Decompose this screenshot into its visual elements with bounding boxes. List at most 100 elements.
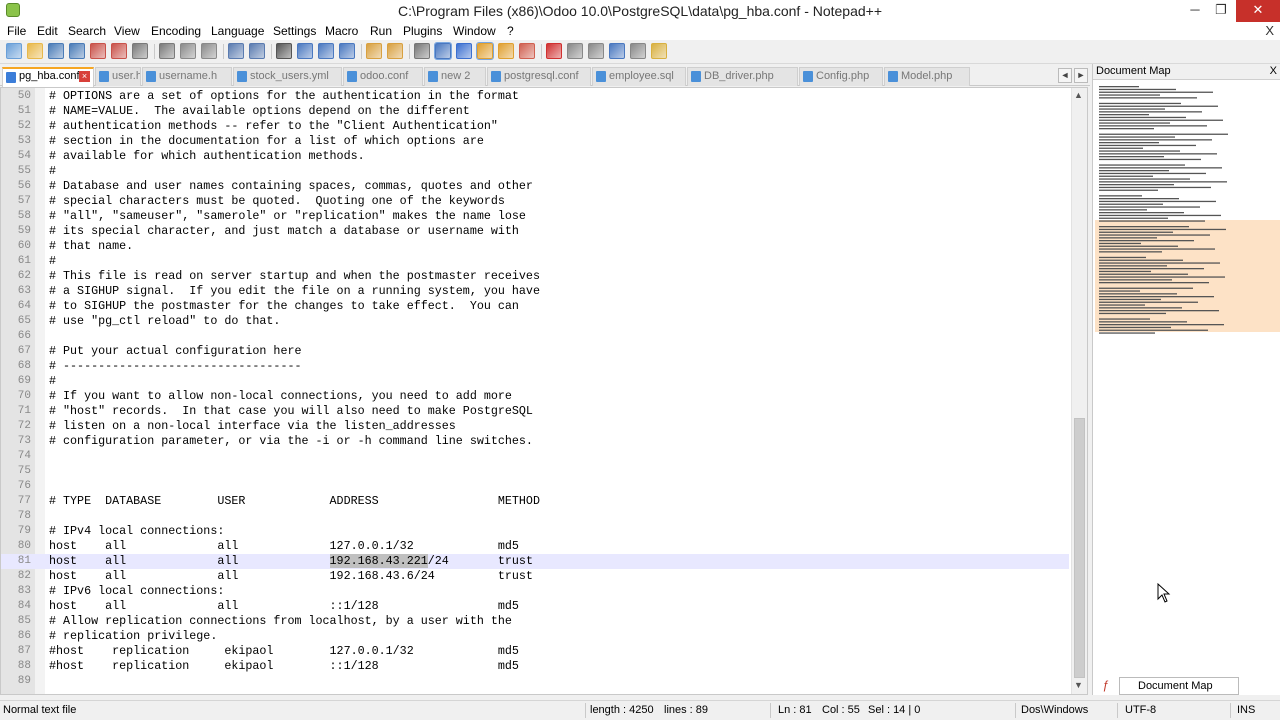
code-line[interactable]: 88 #host replication ekipaol ::1/128 md5 (1, 659, 1069, 674)
line-text[interactable]: # TYPE DATABASE USER ADDRESS METHOD (49, 494, 540, 509)
code-line[interactable]: 58 # "all", "sameuser", "samerole" or "re… (1, 209, 1069, 224)
line-text[interactable]: # "host" records. In that case you will … (49, 404, 533, 419)
line-text[interactable]: # that name. (49, 239, 133, 254)
line-text[interactable]: # "all", "sameuser", "samerole" or "repl… (49, 209, 526, 224)
close-all-icon[interactable] (111, 43, 127, 59)
scroll-down-icon[interactable]: ▼ (1074, 680, 1083, 690)
new-file-icon[interactable] (6, 43, 22, 59)
line-text[interactable]: # IPv4 local connections: (49, 524, 224, 539)
code-line[interactable]: 66 (1, 329, 1069, 344)
code-line[interactable]: 70 # If you want to allow non-local conne… (1, 389, 1069, 404)
sync-horizontal-icon[interactable] (387, 43, 403, 59)
tab-pg-hba-conf[interactable]: pg_hba.conf × (2, 67, 94, 87)
line-text[interactable]: # Put your actual configuration here (49, 344, 302, 359)
indent-guide-icon[interactable] (456, 43, 472, 59)
tab-stock-users-yml[interactable]: stock_users.yml (233, 67, 342, 86)
code-line[interactable]: 50 # OPTIONS are a set of options for the… (1, 89, 1069, 104)
editor-pane[interactable]: 50 # OPTIONS are a set of options for the… (0, 87, 1088, 695)
scrollbar-thumb[interactable] (1074, 418, 1085, 678)
line-text[interactable]: # NAME=VALUE. The available options depe… (49, 104, 470, 119)
code-line[interactable]: 79 # IPv4 local connections: (1, 524, 1069, 539)
menu-settings[interactable]: Settings (273, 24, 316, 38)
line-text[interactable]: # IPv6 local connections: (49, 584, 224, 599)
code-line[interactable]: 80 host all all 127.0.0.1/32 md5 (1, 539, 1069, 554)
code-line[interactable]: 76 (1, 479, 1069, 494)
open-file-icon[interactable] (27, 43, 43, 59)
code-line[interactable]: 87 #host replication ekipaol 127.0.0.1/32… (1, 644, 1069, 659)
menu-window[interactable]: Window (453, 24, 496, 38)
code-line[interactable]: 86 # replication privilege. (1, 629, 1069, 644)
word-wrap-icon[interactable] (414, 43, 430, 59)
tab-new-2[interactable]: new 2 (424, 67, 486, 86)
undo-icon[interactable] (228, 43, 244, 59)
document-map-icon[interactable] (476, 42, 494, 60)
tab-postgresql-conf[interactable]: postgresql.conf (487, 67, 591, 86)
code-line[interactable]: 55 # (1, 164, 1069, 179)
tab-employee-sql[interactable]: employee.sql (592, 67, 686, 86)
tab-username-h[interactable]: username.h (142, 67, 232, 86)
line-text[interactable]: # its special character, and just match … (49, 224, 519, 239)
record-macro-icon[interactable] (546, 43, 562, 59)
show-all-chars-icon[interactable] (434, 42, 452, 60)
tab-next-button[interactable]: ► (1074, 68, 1088, 83)
print-icon[interactable] (132, 43, 148, 59)
document-map-preview[interactable] (1095, 82, 1280, 682)
code-line[interactable]: 77 # TYPE DATABASE USER ADDRESS METHOD (1, 494, 1069, 509)
save-icon[interactable] (48, 43, 64, 59)
code-line[interactable]: 71 # "host" records. In that case you wil… (1, 404, 1069, 419)
line-text[interactable]: # (49, 374, 56, 389)
tab-close-icon[interactable]: × (79, 71, 90, 82)
status-line-number[interactable]: Ln : 81 (778, 704, 812, 716)
sync-vertical-icon[interactable] (366, 43, 382, 59)
code-line[interactable]: 52 # authentication methods -- refer to t… (1, 119, 1069, 134)
launch-explorer-icon[interactable] (651, 43, 667, 59)
line-text[interactable]: # If you want to allow non-local connect… (49, 389, 512, 404)
menu-macro[interactable]: Macro (325, 24, 358, 38)
copy-icon[interactable] (180, 43, 196, 59)
line-text[interactable]: host all all 192.168.43.221/24 trust (49, 554, 533, 569)
code-line[interactable]: 84 host all all ::1/128 md5 (1, 599, 1069, 614)
tab-model-php[interactable]: Model.php (884, 67, 970, 86)
line-text[interactable]: # use "pg_ctl reload" to do that. (49, 314, 280, 329)
stop-macro-icon[interactable] (567, 43, 583, 59)
zoom-in-icon[interactable] (318, 43, 334, 59)
tab-prev-button[interactable]: ◄ (1058, 68, 1072, 83)
code-line[interactable]: 73 # configuration parameter, or via the … (1, 434, 1069, 449)
scroll-up-icon[interactable]: ▲ (1074, 90, 1083, 100)
code-line[interactable]: 61 # (1, 254, 1069, 269)
line-text[interactable]: # replication privilege. (49, 629, 217, 644)
code-line[interactable]: 89 (1, 674, 1069, 689)
close-icon[interactable] (90, 43, 106, 59)
code-line[interactable]: 54 # available for which authentication m… (1, 149, 1069, 164)
zoom-out-icon[interactable] (339, 43, 355, 59)
line-text[interactable]: # Allow replication connections from loc… (49, 614, 512, 629)
menu-language[interactable]: Language (211, 24, 264, 38)
code-line[interactable]: 78 (1, 509, 1069, 524)
status-insert-mode[interactable]: INS (1237, 704, 1255, 716)
code-line[interactable]: 69 # (1, 374, 1069, 389)
line-text[interactable]: # Database and user names containing spa… (49, 179, 533, 194)
code-line[interactable]: 81 host all all 192.168.43.221/24 trust (1, 554, 1069, 569)
status-encoding[interactable]: UTF-8 (1125, 704, 1156, 716)
menu-edit[interactable]: Edit (37, 24, 58, 38)
line-text[interactable]: # (49, 164, 56, 179)
folder-workspace-icon[interactable] (519, 43, 535, 59)
paste-icon[interactable] (201, 43, 217, 59)
code-line[interactable]: 51 # NAME=VALUE. The available options de… (1, 104, 1069, 119)
maximize-button[interactable]: ❐ (1206, 0, 1236, 22)
run-macro-multiple-icon[interactable] (609, 43, 625, 59)
function-list-icon[interactable] (498, 43, 514, 59)
text-selection[interactable]: 192.168.43.221 (329, 554, 428, 568)
tab-db-driver-php[interactable]: DB_driver.php (687, 67, 798, 86)
line-text[interactable]: host all all 127.0.0.1/32 md5 (49, 539, 519, 554)
line-text[interactable]: # This file is read on server startup an… (49, 269, 540, 284)
replace-icon[interactable] (297, 43, 313, 59)
document-map-tab[interactable]: Document Map (1119, 677, 1239, 695)
menu-encoding[interactable]: Encoding (151, 24, 201, 38)
find-icon[interactable] (276, 43, 292, 59)
code-line[interactable]: 59 # its special character, and just matc… (1, 224, 1069, 239)
close-window-button[interactable]: ✕ (1236, 0, 1280, 22)
line-text[interactable]: #host replication ekipaol 127.0.0.1/32 m… (49, 644, 519, 659)
tab-config-php[interactable]: Config.php (799, 67, 883, 86)
menu-plugins[interactable]: Plugins (403, 24, 442, 38)
